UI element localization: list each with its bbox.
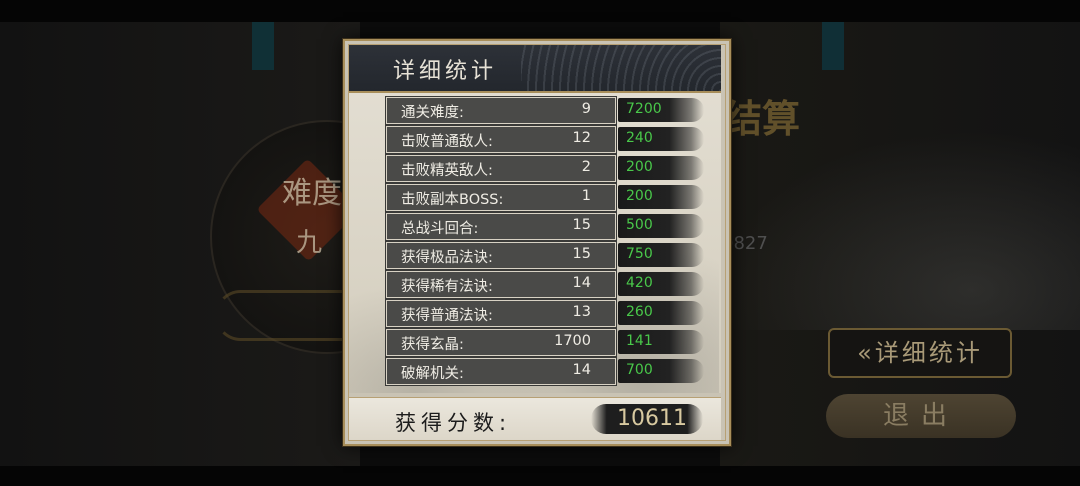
stat-value: 12	[572, 130, 591, 146]
bottom-band	[0, 466, 1080, 486]
total-score-label: 获得分数:	[395, 411, 512, 435]
stat-row: 击败精英敌人: 2 200	[386, 155, 708, 182]
wave-pattern	[521, 45, 721, 91]
banner-accent	[252, 22, 274, 70]
stat-value: 15	[572, 217, 591, 233]
stat-points: 200	[626, 188, 653, 204]
stats-list: 通关难度: 9 7200 击败普通敌人: 12 240 击败精英敌人: 2 20…	[349, 93, 721, 393]
stat-points: 700	[626, 362, 653, 378]
total-score-bar: 获得分数: 10611	[349, 397, 721, 441]
stat-label-box: 总战斗回合: 15	[386, 213, 616, 240]
stat-value: 13	[572, 304, 591, 320]
stat-value: 15	[572, 246, 591, 262]
stat-value: 9	[581, 101, 591, 117]
stat-label-box: 击败精英敌人: 2	[386, 155, 616, 182]
stat-name: 破解机关:	[401, 366, 464, 382]
stat-points: 7200	[626, 101, 662, 117]
stat-label-box: 获得玄晶: 1700	[386, 329, 616, 356]
stat-label-box: 获得稀有法诀: 14	[386, 271, 616, 298]
stat-row: 获得稀有法诀: 14 420	[386, 271, 708, 298]
stat-points: 141	[626, 333, 653, 349]
panel-header: 详细统计	[349, 45, 721, 93]
difficulty-badge-number: 九	[296, 228, 323, 258]
exit-button[interactable]: 退出	[826, 394, 1016, 438]
stat-name: 获得极品法诀:	[401, 250, 493, 266]
stat-row: 获得极品法诀: 15 750	[386, 242, 708, 269]
stat-points: 260	[626, 304, 653, 320]
stat-name: 获得稀有法诀:	[401, 279, 493, 295]
stat-value: 1	[581, 188, 591, 204]
stat-name: 通关难度:	[401, 105, 464, 121]
stat-row: 获得玄晶: 1700 141	[386, 329, 708, 356]
stat-value: 14	[572, 362, 591, 378]
stat-value: 14	[572, 275, 591, 291]
stat-points: 750	[626, 246, 653, 262]
total-score-value: 10611	[617, 406, 687, 431]
stat-row: 获得普通法诀: 13 260	[386, 300, 708, 327]
stat-name: 击败普通敌人:	[401, 134, 493, 150]
stat-row: 击败普通敌人: 12 240	[386, 126, 708, 153]
panel-title: 详细统计	[393, 59, 498, 84]
stat-name: 获得普通法诀:	[401, 308, 493, 324]
top-band	[0, 0, 1080, 22]
stat-points: 240	[626, 130, 653, 146]
banner-accent	[822, 22, 844, 70]
stat-label-box: 击败普通敌人: 12	[386, 126, 616, 153]
stat-points: 200	[626, 159, 653, 175]
stat-name: 击败精英敌人:	[401, 163, 493, 179]
stat-label-box: 击败副本BOSS: 1	[386, 184, 616, 211]
difficulty-badge-text: 难度	[282, 176, 342, 211]
stat-row: 击败副本BOSS: 1 200	[386, 184, 708, 211]
stat-points: 500	[626, 217, 653, 233]
detail-stats-button[interactable]: «详细统计	[828, 328, 1012, 378]
stat-label-box: 通关难度: 9	[386, 97, 616, 124]
stat-name: 击败副本BOSS:	[401, 192, 504, 208]
stat-row: 通关难度: 9 7200	[386, 97, 708, 124]
settlement-title: 结算	[724, 96, 801, 141]
detail-stats-panel: 详细统计 通关难度: 9 7200 击败普通敌人: 12 240 击败精英敌人:…	[343, 39, 731, 446]
stat-row: 总战斗回合: 15 500	[386, 213, 708, 240]
stat-label-box: 获得极品法诀: 15	[386, 242, 616, 269]
ink-mountain	[720, 130, 1080, 330]
stat-name: 获得玄晶:	[401, 337, 464, 353]
stat-value: 2	[581, 159, 591, 175]
stat-label-box: 破解机关: 14	[386, 358, 616, 385]
stat-value: 1700	[554, 333, 591, 349]
stat-points: 420	[626, 275, 653, 291]
stat-label-box: 获得普通法诀: 13	[386, 300, 616, 327]
stat-name: 总战斗回合:	[401, 221, 479, 237]
stat-row: 破解机关: 14 700	[386, 358, 708, 385]
